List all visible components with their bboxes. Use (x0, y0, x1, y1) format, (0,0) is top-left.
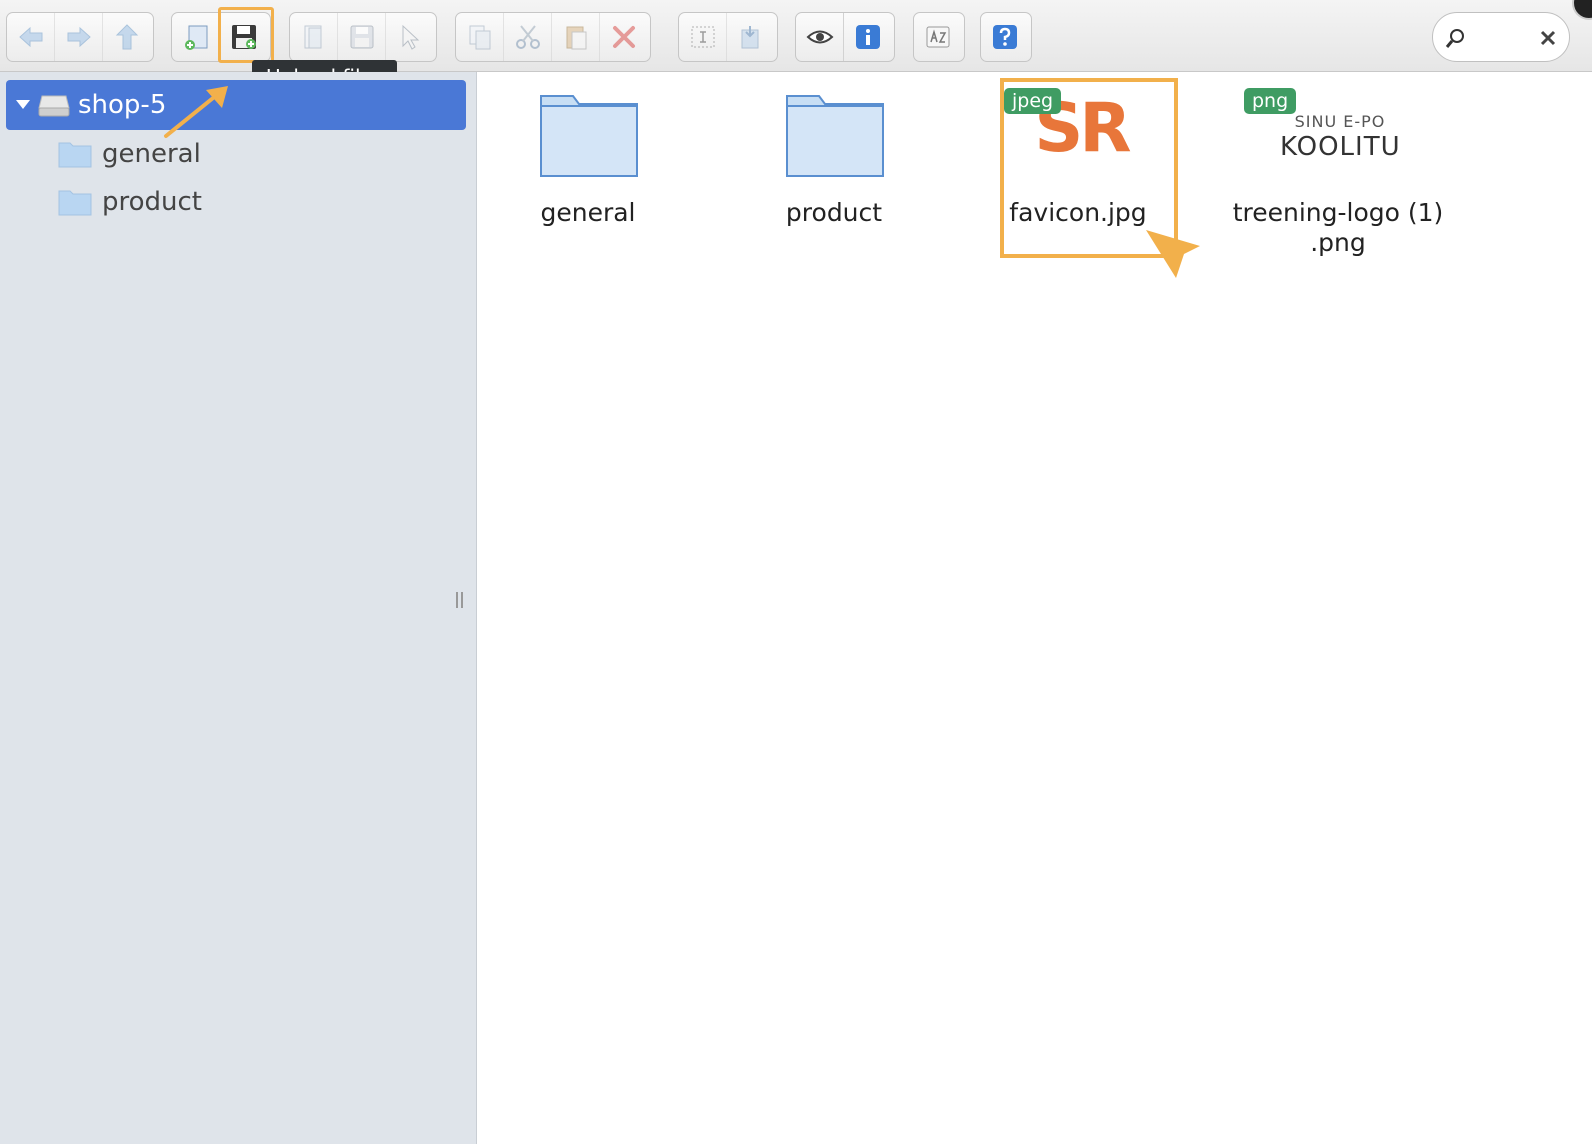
open-icon (304, 25, 321, 49)
help-group (980, 12, 1032, 62)
clipboard-icon (566, 26, 586, 50)
file-name: general (540, 198, 636, 227)
eye-icon (806, 30, 833, 44)
info-button[interactable] (844, 13, 892, 61)
search-input[interactable] (1477, 23, 1535, 53)
file-item-general[interactable]: general (478, 78, 698, 268)
thumb-line-2: KOOLITU (1280, 132, 1401, 162)
text-cursor-icon (691, 26, 714, 48)
view-group (795, 12, 895, 62)
search-icon[interactable] (1445, 27, 1467, 49)
preview-button[interactable] (796, 13, 844, 61)
sort-button[interactable] (914, 13, 962, 61)
clear-search-icon[interactable] (1539, 29, 1557, 47)
arrow-left-icon (18, 26, 42, 48)
arrow-annotation-icon (164, 86, 228, 138)
save-button[interactable] (338, 13, 386, 61)
collapse-arrow-icon[interactable] (16, 100, 30, 109)
image-thumbnail: SINU E-PO KOOLITU (1280, 84, 1400, 184)
help-button[interactable] (981, 13, 1029, 61)
paste-button[interactable] (552, 13, 600, 61)
file-item-product[interactable]: product (724, 78, 944, 268)
file-item-treening-logo[interactable]: SINU E-PO KOOLITU png treening-logo (1) … (1208, 78, 1468, 268)
arrow-up-icon (115, 24, 139, 50)
search-box (1432, 12, 1570, 62)
back-button[interactable] (7, 13, 55, 61)
sidebar-tree: shop-5 general product (0, 72, 477, 1144)
drive-icon (38, 95, 70, 117)
edit-group (455, 12, 651, 62)
up-button[interactable] (103, 13, 151, 61)
help-icon (993, 25, 1017, 49)
select-button[interactable] (386, 13, 434, 61)
new-folder-icon (184, 25, 207, 50)
x-icon (613, 26, 635, 48)
delete-button[interactable] (600, 13, 648, 61)
cursor-icon (402, 24, 420, 50)
sort-az-icon (926, 26, 950, 48)
extract-button[interactable] (727, 13, 775, 61)
copy-icon (469, 25, 490, 50)
upload-button-highlight (218, 7, 274, 63)
toolbar (0, 0, 1592, 72)
folder-icon (786, 95, 884, 177)
file-name: treening-logo (1) .png (1232, 198, 1444, 257)
archive-icon (741, 26, 759, 49)
sidebar-item-label: product (102, 187, 203, 217)
open-button[interactable] (290, 13, 338, 61)
cut-button[interactable] (504, 13, 552, 61)
folder-icon (58, 142, 92, 168)
cursor-pointer-icon (1146, 230, 1200, 278)
folder-icon (540, 95, 638, 177)
new-folder-button[interactable] (172, 13, 220, 61)
nav-group (6, 12, 154, 62)
file-group (289, 12, 437, 62)
scissors-icon (515, 25, 540, 49)
info-icon (856, 25, 880, 49)
resize-handle[interactable] (456, 592, 463, 608)
tools-group (678, 12, 778, 62)
type-badge: png (1244, 88, 1297, 114)
floppy-icon (350, 25, 373, 49)
rename-button[interactable] (679, 13, 727, 61)
arrow-right-icon (67, 26, 91, 48)
forward-button[interactable] (55, 13, 103, 61)
copy-button[interactable] (456, 13, 504, 61)
tree-root-label: shop-5 (78, 90, 167, 120)
thumb-line-1: SINU E-PO (1294, 112, 1386, 131)
file-name: product (785, 198, 883, 227)
close-window-icon[interactable] (1572, 0, 1592, 20)
folder-icon (58, 190, 92, 216)
sort-group (913, 12, 965, 62)
